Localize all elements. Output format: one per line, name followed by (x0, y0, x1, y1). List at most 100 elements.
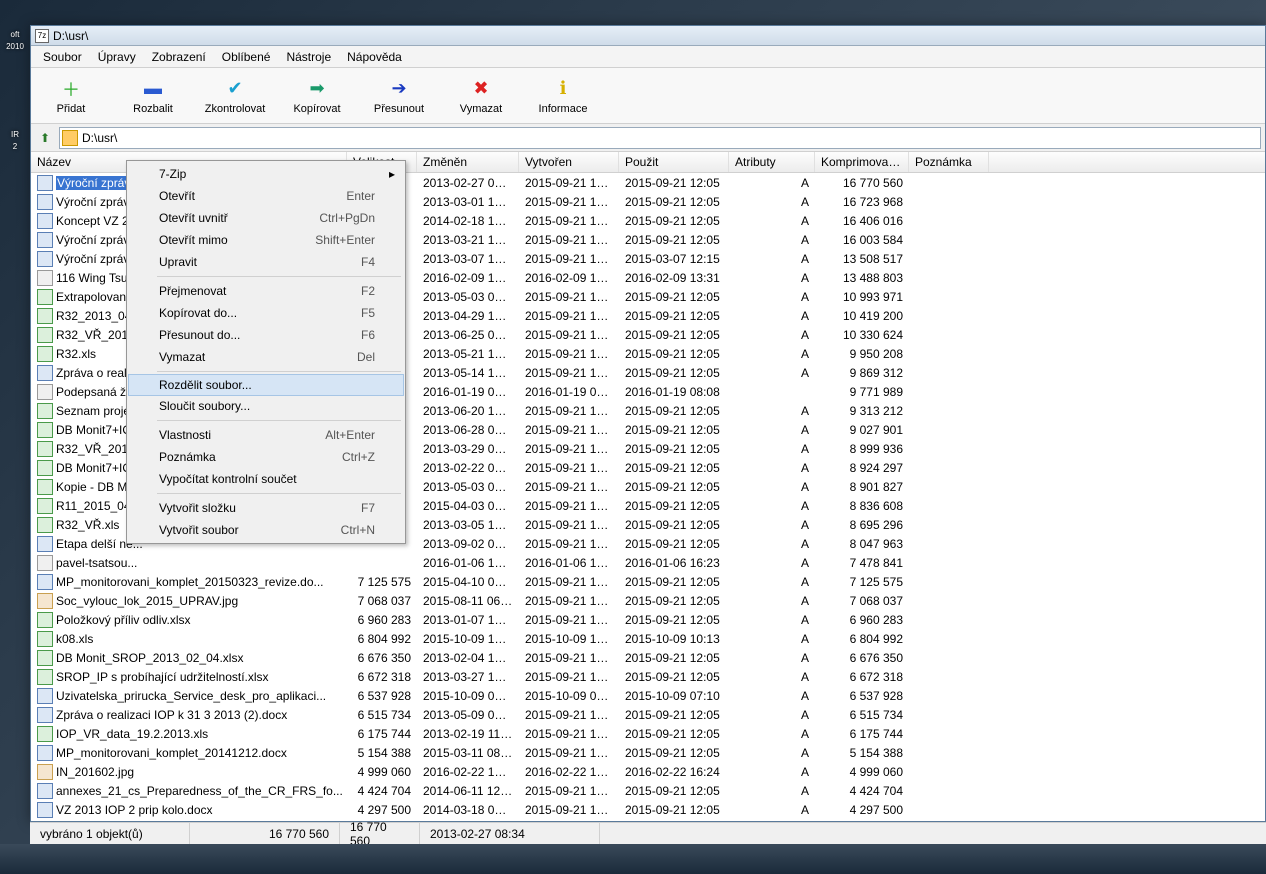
menu-soubor[interactable]: Soubor (35, 47, 90, 67)
context-item[interactable]: Přesunout do...F6 (129, 324, 403, 346)
cell-mod: 2014-02-18 13:04 (417, 214, 519, 228)
cell-use: 2015-09-21 12:05 (619, 404, 729, 418)
toolbar-kopírovat[interactable]: ➡Kopírovat (285, 77, 349, 115)
menu-úpravy[interactable]: Úpravy (90, 47, 144, 67)
toolbar-vymazat[interactable]: ✖Vymazat (449, 77, 513, 115)
table-row[interactable]: IOP_VR_data_19.2.2013.xls6 175 7442013-0… (31, 724, 1265, 743)
context-item[interactable]: Vypočítat kontrolní součet (129, 468, 403, 490)
file-name-cell[interactable]: IN_201602.jpg (31, 764, 347, 780)
kopírovat-icon: ➡ (305, 77, 329, 101)
file-name: DB Monit_SROP_2013_02_04.xlsx (56, 651, 243, 665)
file-name: VZ 2013 IOP 2 prip kolo.docx (56, 803, 213, 817)
toolbar-přidat[interactable]: ＋Přidat (39, 77, 103, 115)
file-name-cell[interactable]: k08.xls (31, 631, 347, 647)
context-item[interactable]: Rozdělit soubor... (128, 374, 404, 396)
toolbar-rozbalit[interactable]: ▬Rozbalit (121, 77, 185, 115)
titlebar[interactable]: 7z D:\usr\ (31, 26, 1265, 46)
context-item[interactable]: Sloučit soubory... (129, 395, 403, 417)
toolbar-zkontrolovat[interactable]: ✔Zkontrolovat (203, 77, 267, 115)
statusbar: vybráno 1 objekt(ů) 16 770 560 16 770 56… (30, 822, 1266, 844)
file-name-cell[interactable]: IOP_VR_data_19.2.2013.xls (31, 726, 347, 742)
table-row[interactable]: Uzivatelska_prirucka_Service_desk_pro_ap… (31, 686, 1265, 705)
column-header[interactable]: Změněn (417, 152, 519, 172)
table-row[interactable]: prezentace porada odboru 30_4_2015_final… (31, 819, 1265, 821)
cell-comp: 16 723 968 (815, 195, 909, 209)
up-button[interactable]: ⬆ (35, 128, 55, 148)
menu-zobrazení[interactable]: Zobrazení (144, 47, 214, 67)
table-row[interactable]: MP_monitorovani_komplet_20150323_revize.… (31, 572, 1265, 591)
file-name-cell[interactable]: Položkový příliv odliv.xlsx (31, 612, 347, 628)
file-name: pavel-tsatsou... (56, 556, 137, 570)
menu-separator (157, 420, 401, 421)
cell-crt: 2015-09-21 12:05 (519, 328, 619, 342)
cell-mod: 2013-01-07 13:51 (417, 613, 519, 627)
toolbar: ＋Přidat ▬Rozbalit ✔Zkontrolovat ➡Kopírovat ➔… (31, 68, 1265, 124)
column-header[interactable]: Použit (619, 152, 729, 172)
context-label: Vytvořit složku (159, 501, 361, 515)
file-name-cell[interactable]: DB Monit_SROP_2013_02_04.xlsx (31, 650, 347, 666)
table-row[interactable]: k08.xls6 804 9922015-10-09 10:142015-10-… (31, 629, 1265, 648)
cell-use: 2016-02-22 16:24 (619, 765, 729, 779)
rozbalit-icon: ▬ (141, 77, 165, 101)
cell-attr: A (729, 765, 815, 779)
cell-size: 6 672 318 (347, 670, 417, 684)
context-item[interactable]: Kopírovat do...F5 (129, 302, 403, 324)
file-name-cell[interactable]: prezentace porada odboru 30_4_2015_final… (31, 821, 347, 822)
table-row[interactable]: Soc_vylouc_lok_2015_UPRAV.jpg7 068 03720… (31, 591, 1265, 610)
menu-oblíbené[interactable]: Oblíbené (214, 47, 279, 67)
table-row[interactable]: VZ 2013 IOP 2 prip kolo.docx4 297 500201… (31, 800, 1265, 819)
context-item[interactable]: PoznámkaCtrl+Z (129, 446, 403, 468)
cell-size: 6 515 734 (347, 708, 417, 722)
cell-use: 2015-09-21 12:05 (619, 347, 729, 361)
column-header[interactable]: Komprimovan... (815, 152, 909, 172)
cell-crt: 2015-09-21 12:05 (519, 214, 619, 228)
cell-crt: 2015-09-21 12:05 (519, 290, 619, 304)
context-item[interactable]: Vytvořit složkuF7 (129, 497, 403, 519)
cell-size: 6 537 928 (347, 689, 417, 703)
context-item[interactable]: UpravitF4 (129, 251, 403, 273)
cell-comp: 13 488 803 (815, 271, 909, 285)
context-menu: 7-Zip▸OtevřítEnterOtevřít uvnitřCtrl+PgD… (126, 160, 406, 544)
file-name: Položkový příliv odliv.xlsx (56, 613, 190, 627)
file-name-cell[interactable]: MP_monitorovani_komplet_20150323_revize.… (31, 574, 347, 590)
column-header[interactable]: Poznámka (909, 152, 989, 172)
address-box[interactable] (59, 127, 1261, 149)
menu-nástroje[interactable]: Nástroje (278, 47, 339, 67)
context-item[interactable]: Vytvořit souborCtrl+N (129, 519, 403, 541)
file-name-cell[interactable]: Uzivatelska_prirucka_Service_desk_pro_ap… (31, 688, 347, 704)
context-item[interactable]: 7-Zip▸ (129, 163, 403, 185)
context-item[interactable]: PřejmenovatF2 (129, 280, 403, 302)
column-header[interactable]: Vytvořen (519, 152, 619, 172)
table-row[interactable]: SROP_IP s probíhající udržitelností.xlsx… (31, 667, 1265, 686)
context-item[interactable]: Otevřít mimoShift+Enter (129, 229, 403, 251)
cell-size: 6 676 350 (347, 651, 417, 665)
table-row[interactable]: annexes_21_cs_Preparedness_of_the_CR_FRS… (31, 781, 1265, 800)
toolbar-informace[interactable]: ℹInformace (531, 77, 595, 115)
cell-use: 2015-09-21 12:05 (619, 594, 729, 608)
table-row[interactable]: MP_monitorovani_komplet_20141212.docx5 1… (31, 743, 1265, 762)
toolbar-přesunout[interactable]: ➔Přesunout (367, 77, 431, 115)
file-name-cell[interactable]: annexes_21_cs_Preparedness_of_the_CR_FRS… (31, 783, 347, 799)
table-row[interactable]: Položkový příliv odliv.xlsx6 960 2832013… (31, 610, 1265, 629)
context-item[interactable]: Otevřít uvnitřCtrl+PgDn (129, 207, 403, 229)
context-item[interactable]: VymazatDel (129, 346, 403, 368)
table-row[interactable]: Zpráva o realizaci IOP k 31 3 2013 (2).d… (31, 705, 1265, 724)
column-header[interactable]: Atributy (729, 152, 815, 172)
file-name-cell[interactable]: SROP_IP s probíhající udržitelností.xlsx (31, 669, 347, 685)
desktop-label: IR (2, 130, 28, 139)
address-input[interactable] (82, 131, 1258, 145)
table-row[interactable]: DB Monit_SROP_2013_02_04.xlsx6 676 35020… (31, 648, 1265, 667)
context-item[interactable]: VlastnostiAlt+Enter (129, 424, 403, 446)
table-row[interactable]: pavel-tsatsou...2016-01-06 16:232016-01-… (31, 553, 1265, 572)
menu-nápověda[interactable]: Nápověda (339, 47, 410, 67)
cell-use: 2015-09-21 12:05 (619, 670, 729, 684)
cell-crt: 2016-02-22 16:24 (519, 765, 619, 779)
file-name-cell[interactable]: MP_monitorovani_komplet_20141212.docx (31, 745, 347, 761)
file-name-cell[interactable]: VZ 2013 IOP 2 prip kolo.docx (31, 802, 347, 818)
context-item[interactable]: OtevřítEnter (129, 185, 403, 207)
file-name-cell[interactable]: Zpráva o realizaci IOP k 31 3 2013 (2).d… (31, 707, 347, 723)
table-row[interactable]: IN_201602.jpg4 999 0602016-02-22 16:2420… (31, 762, 1265, 781)
file-name-cell[interactable]: Soc_vylouc_lok_2015_UPRAV.jpg (31, 593, 347, 609)
file-name-cell[interactable]: pavel-tsatsou... (31, 555, 347, 571)
taskbar[interactable] (0, 844, 1266, 874)
